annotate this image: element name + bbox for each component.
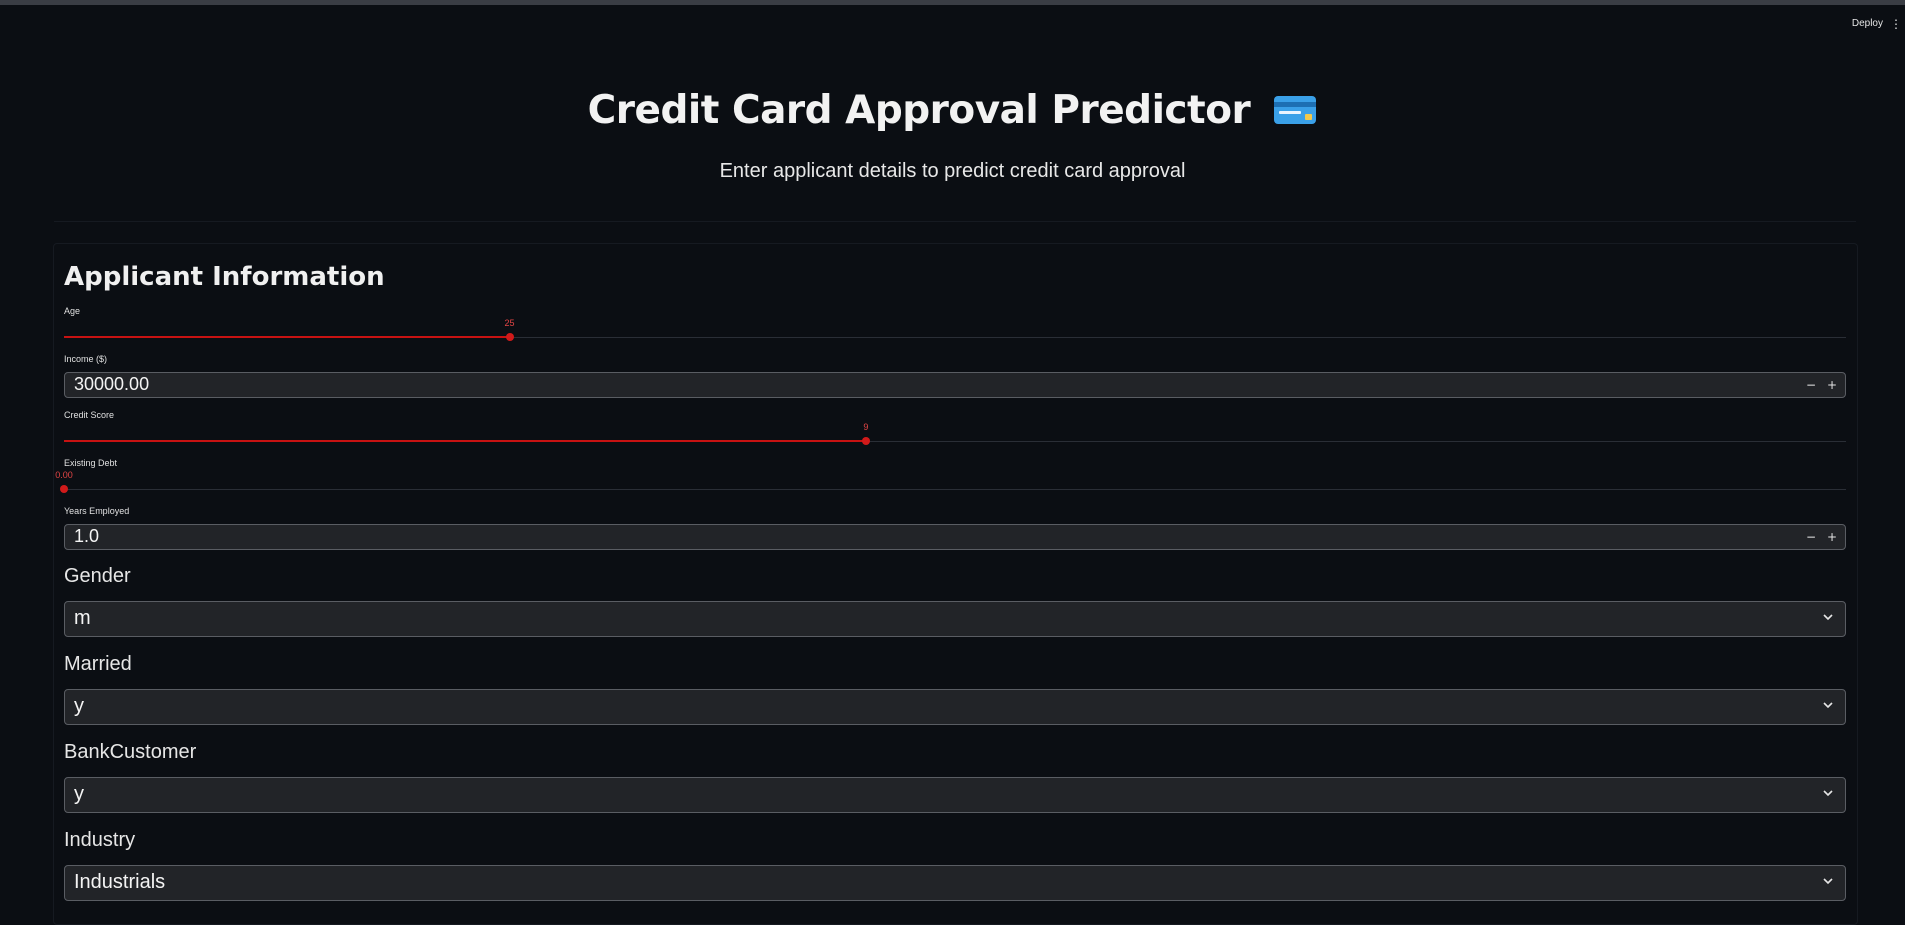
age-slider[interactable]: 25: [64, 318, 1846, 344]
deploy-button[interactable]: Deploy: [1852, 18, 1883, 29]
income-increment-button[interactable]: +: [1823, 376, 1841, 394]
income-label: Income ($): [64, 354, 108, 364]
bank-customer-value: y: [74, 783, 84, 805]
page-title-text: Credit Card Approval Predictor: [587, 88, 1251, 133]
existing-debt-slider-thumb[interactable]: [60, 485, 68, 493]
gender-select[interactable]: m: [64, 601, 1846, 637]
age-slider-thumb[interactable]: [505, 333, 514, 341]
chevron-down-icon: [1823, 878, 1833, 885]
chevron-down-icon: [1823, 790, 1833, 797]
credit-score-label: Credit Score: [64, 410, 115, 420]
industry-label: Industry: [64, 829, 136, 851]
married-label: Married: [64, 653, 132, 675]
income-input[interactable]: 30000.00 − +: [64, 372, 1846, 398]
form-container: [53, 243, 1858, 925]
years-employed-decrement-button[interactable]: −: [1802, 528, 1820, 546]
married-select[interactable]: y: [64, 689, 1846, 725]
credit-card-icon: [1274, 95, 1317, 124]
main-menu-icon[interactable]: ⋮: [1890, 16, 1902, 32]
married-value: y: [74, 695, 84, 717]
credit-score-slider-fill: [64, 440, 866, 442]
bank-customer-select[interactable]: y: [64, 777, 1846, 813]
credit-score-slider-thumb[interactable]: [861, 437, 870, 445]
years-employed-increment-button[interactable]: +: [1823, 528, 1841, 546]
existing-debt-slider-track: [64, 489, 1846, 490]
years-employed-label: Years Employed: [64, 506, 130, 516]
gender-value: m: [74, 607, 91, 629]
industry-value: Industrials: [74, 871, 166, 893]
divider: [54, 221, 1856, 222]
age-label: Age: [64, 306, 81, 316]
existing-debt-slider-value: 0.00: [55, 470, 73, 480]
section-heading: Applicant Information: [64, 262, 385, 292]
industry-select[interactable]: Industrials: [64, 865, 1846, 901]
bank-customer-label: BankCustomer: [64, 741, 197, 763]
credit-score-slider[interactable]: 9: [64, 422, 1846, 448]
page-title: Credit Card Approval Predictor: [0, 88, 1905, 133]
income-value: 30000.00: [74, 374, 150, 394]
age-slider-value: 25: [504, 318, 515, 328]
credit-score-slider-value: 9: [863, 422, 869, 432]
chevron-down-icon: [1823, 614, 1833, 621]
existing-debt-label: Existing Debt: [64, 458, 118, 468]
top-strip: [0, 0, 1905, 5]
income-decrement-button[interactable]: −: [1802, 376, 1820, 394]
gender-label: Gender: [64, 565, 131, 587]
page-subtitle: Enter applicant details to predict credi…: [719, 160, 1186, 182]
years-employed-input[interactable]: 1.0 − +: [64, 524, 1846, 550]
existing-debt-slider[interactable]: 0.00: [55, 470, 1846, 496]
age-slider-fill: [64, 336, 510, 338]
years-employed-value: 1.0: [74, 526, 100, 546]
chevron-down-icon: [1823, 702, 1833, 709]
